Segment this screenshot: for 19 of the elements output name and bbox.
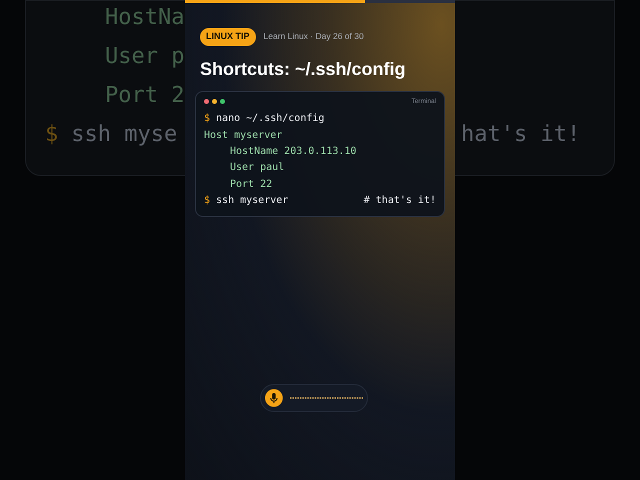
prompt-sign: $	[204, 194, 210, 208]
config-line: User paul	[230, 161, 284, 176]
config-line: Port 22	[230, 178, 272, 192]
code-text: ssh myse	[71, 121, 178, 149]
comment-text: # that's it!	[364, 194, 436, 208]
prompt-sign: $	[204, 112, 210, 126]
command-text: nano ~/.ssh/config	[216, 112, 324, 126]
badge: LINUX TIP	[200, 28, 256, 46]
code-text: Port 2	[105, 82, 184, 110]
code-text: User p	[105, 43, 184, 71]
prompt-sign: $	[45, 121, 58, 149]
code-text: HostNa	[105, 4, 184, 32]
code-text: hat's it!	[461, 121, 580, 149]
title: Shortcuts: ~/.ssh/config	[199, 58, 407, 81]
command-text: ssh myserver	[216, 194, 288, 208]
series-label: Learn Linux · Day 26 of 30	[264, 30, 364, 44]
config-line: HostName 203.0.113.10	[230, 145, 356, 160]
config-line: Host myserver	[204, 128, 282, 143]
microphone-icon[interactable]	[265, 389, 283, 407]
